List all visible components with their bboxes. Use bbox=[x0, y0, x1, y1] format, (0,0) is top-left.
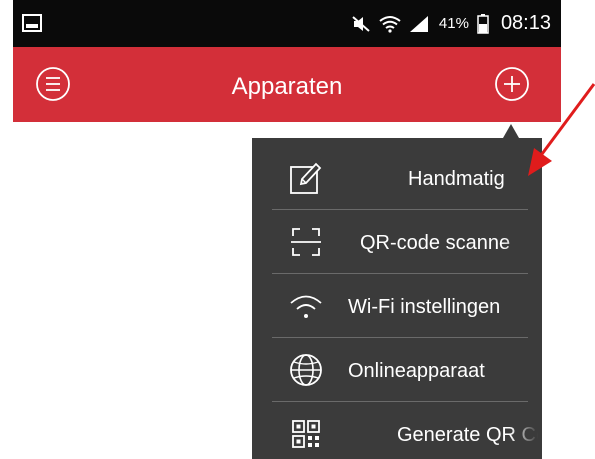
status-indicators: 41% 08:13 bbox=[351, 0, 551, 47]
menu-item-label: Wi-Fi instellingen bbox=[348, 296, 501, 318]
wifi-icon bbox=[379, 15, 401, 33]
app-bar: Apparaten bbox=[13, 47, 561, 122]
menu-item-wifi-settings[interactable]: Wi-Fi instellingen bbox=[252, 274, 542, 338]
menu-item-label: Onlineapparaat bbox=[348, 360, 485, 382]
status-bar: 41% 08:13 bbox=[13, 0, 561, 47]
wifi-icon bbox=[290, 295, 322, 318]
dropdown-pointer bbox=[503, 124, 519, 138]
menu-item-qr-scan[interactable]: QR-code scanne bbox=[252, 210, 542, 274]
page-title: Apparaten bbox=[231, 73, 343, 100]
battery-icon bbox=[477, 13, 489, 34]
mute-icon bbox=[352, 15, 370, 32]
gallery-icon bbox=[22, 14, 42, 32]
qr-code-icon bbox=[292, 420, 320, 448]
scan-frame-icon bbox=[291, 228, 321, 256]
menu-item-label: QR-code scanne bbox=[360, 232, 511, 254]
red-arrow-icon bbox=[528, 83, 595, 176]
signal-icon bbox=[409, 15, 428, 32]
clock: 08:13 bbox=[500, 12, 551, 34]
menu-item-label: Handmatig bbox=[408, 168, 505, 190]
menu-item-online-device[interactable]: Onlineapparaat bbox=[252, 338, 542, 402]
menu-item-label: Generate QR Co bbox=[397, 424, 538, 446]
add-device-menu: Handmatig QR-code scanne Wi-Fi instellin… bbox=[252, 138, 542, 459]
battery-percent: 41% bbox=[438, 15, 469, 32]
menu-item-handmatig[interactable]: Handmatig bbox=[252, 146, 542, 210]
edit-icon bbox=[290, 162, 322, 194]
menu-item-generate-qr[interactable]: Generate QR Co bbox=[252, 402, 542, 459]
globe-icon bbox=[290, 354, 322, 386]
